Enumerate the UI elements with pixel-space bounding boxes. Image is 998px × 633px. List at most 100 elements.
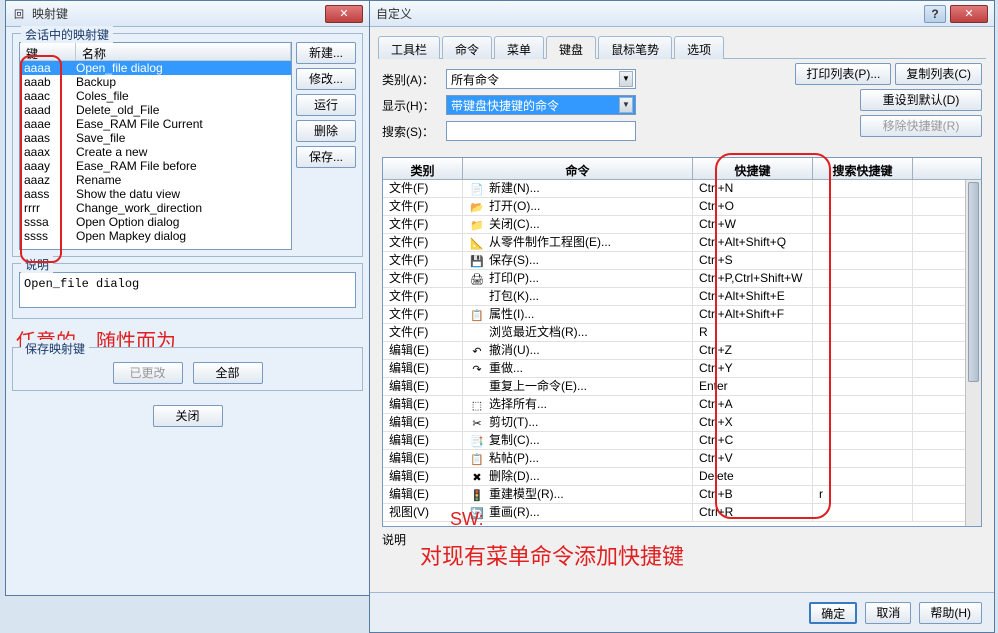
tab-键盘[interactable]: 键盘	[546, 36, 596, 59]
show-label: 显示(H)：	[382, 97, 438, 114]
scrollbar[interactable]	[965, 180, 981, 526]
search-cell	[813, 270, 913, 287]
scrollbar-thumb[interactable]	[968, 182, 979, 382]
table-row[interactable]: 文件(F)📐从零件制作工程图(E)...Ctrl+Alt+Shift+Q	[383, 234, 981, 252]
table-row[interactable]: 编辑(E)📋粘帖(P)...Ctrl+V	[383, 450, 981, 468]
shortcut-grid[interactable]: 类别 命令 快捷键 搜索快捷键 文件(F)📄新建(N)...Ctrl+N文件(F…	[382, 157, 982, 527]
combo-value: 带键盘快捷键的命令	[451, 97, 559, 114]
table-row[interactable]: 文件(F)📂打开(O)...Ctrl+O	[383, 198, 981, 216]
list-item[interactable]: sssaOpen Option dialog	[20, 215, 291, 229]
table-row[interactable]: 文件(F)浏览最近文档(R)...R	[383, 324, 981, 342]
list-item[interactable]: aaacColes_file	[20, 89, 291, 103]
save-button[interactable]: 保存...	[296, 146, 356, 168]
remove-shortcut-button[interactable]: 移除快捷键(R)	[860, 115, 982, 137]
cat-cell: 文件(F)	[383, 216, 463, 233]
table-row[interactable]: 编辑(E)✖删除(D)...Delete	[383, 468, 981, 486]
table-row[interactable]: 文件(F)💾保存(S)...Ctrl+S	[383, 252, 981, 270]
list-item[interactable]: aaayEase_RAM File before	[20, 159, 291, 173]
tab-命令[interactable]: 命令	[442, 36, 492, 59]
cat-cell: 文件(F)	[383, 234, 463, 251]
key-cell: Ctrl+Alt+Shift+E	[693, 288, 813, 305]
key-cell: ssss	[20, 229, 76, 243]
table-row[interactable]: 编辑(E)↷重做...Ctrl+Y	[383, 360, 981, 378]
category-combo[interactable]: 所有命令 ▼	[446, 69, 636, 89]
cat-cell: 文件(F)	[383, 306, 463, 323]
key-cell: Ctrl+Y	[693, 360, 813, 377]
delete-button[interactable]: 删除	[296, 120, 356, 142]
tab-选项[interactable]: 选项	[674, 36, 724, 59]
search-input[interactable]	[446, 121, 636, 141]
tab-菜单[interactable]: 菜单	[494, 36, 544, 59]
list-item[interactable]: aaazRename	[20, 173, 291, 187]
name-cell: Open Mapkey dialog	[76, 229, 291, 243]
changed-button[interactable]: 已更改	[113, 362, 183, 384]
cmd-icon: 💾	[469, 254, 485, 268]
list-item[interactable]: aaasSave_file	[20, 131, 291, 145]
name-cell: Open Option dialog	[76, 215, 291, 229]
cat-cell: 编辑(E)	[383, 396, 463, 413]
cmd-cell: ↶撤消(U)...	[463, 342, 693, 359]
list-item[interactable]: aaaxCreate a new	[20, 145, 291, 159]
key-cell: aaaz	[20, 173, 76, 187]
name-cell: Create a new	[76, 145, 291, 159]
list-item[interactable]: aaaaOpen_file dialog	[20, 61, 291, 75]
key-cell: Ctrl+S	[693, 252, 813, 269]
table-row[interactable]: 编辑(E)重复上一命令(E)...Enter	[383, 378, 981, 396]
key-cell: Ctrl+O	[693, 198, 813, 215]
run-button[interactable]: 运行	[296, 94, 356, 116]
close-button[interactable]: 关闭	[153, 405, 223, 427]
key-cell: Ctrl+Alt+Shift+F	[693, 306, 813, 323]
cmd-icon: ⬚	[469, 398, 485, 412]
table-row[interactable]: 编辑(E)📑复制(C)...Ctrl+C	[383, 432, 981, 450]
list-item[interactable]: aaaeEase_RAM File Current	[20, 117, 291, 131]
tab-鼠标笔势[interactable]: 鼠标笔势	[598, 36, 672, 59]
help-button[interactable]: ?	[924, 5, 946, 23]
key-cell: aaac	[20, 89, 76, 103]
table-row[interactable]: 文件(F)📄新建(N)...Ctrl+N	[383, 180, 981, 198]
edit-button[interactable]: 修改...	[296, 68, 356, 90]
mapkey-list[interactable]: 键 名称 aaaaOpen_file dialogaaabBackupaaacC…	[19, 42, 292, 250]
list-item[interactable]: aaadDelete_old_File	[20, 103, 291, 117]
table-row[interactable]: 文件(F)打包(K)...Ctrl+Alt+Shift+E	[383, 288, 981, 306]
key-cell: Ctrl+X	[693, 414, 813, 431]
list-item[interactable]: aassShow the datu view	[20, 187, 291, 201]
help-button[interactable]: 帮助(H)	[919, 602, 982, 624]
list-item[interactable]: aaabBackup	[20, 75, 291, 89]
close-button[interactable]: ✕	[950, 5, 988, 23]
print-list-button[interactable]: 打印列表(P)...	[795, 63, 891, 85]
cat-cell: 编辑(E)	[383, 342, 463, 359]
search-cell	[813, 252, 913, 269]
tab-工具栏[interactable]: 工具栏	[378, 36, 440, 59]
table-row[interactable]: 文件(F)📁关闭(C)...Ctrl+W	[383, 216, 981, 234]
name-cell: Open_file dialog	[76, 61, 291, 75]
key-cell: Ctrl+W	[693, 216, 813, 233]
search-cell	[813, 432, 913, 449]
col-command: 命令	[463, 158, 693, 179]
table-row[interactable]: 编辑(E)↶撤消(U)...Ctrl+Z	[383, 342, 981, 360]
cancel-button[interactable]: 取消	[865, 602, 911, 624]
table-row[interactable]: 文件(F)🖨打印(P)...Ctrl+P,Ctrl+Shift+W	[383, 270, 981, 288]
table-row[interactable]: 编辑(E)✂剪切(T)...Ctrl+X	[383, 414, 981, 432]
name-cell: Show the datu view	[76, 187, 291, 201]
show-combo[interactable]: 带键盘快捷键的命令 ▼	[446, 95, 636, 115]
cat-cell: 文件(F)	[383, 198, 463, 215]
search-label: 搜索(S)：	[382, 123, 438, 140]
table-row[interactable]: 文件(F)📋属性(I)...Ctrl+Alt+Shift+F	[383, 306, 981, 324]
table-row[interactable]: 编辑(E)⬚选择所有...Ctrl+A	[383, 396, 981, 414]
list-item[interactable]: rrrrChange_work_direction	[20, 201, 291, 215]
close-button[interactable]: ✕	[325, 5, 363, 23]
titlebar-right: 自定义 ? ✕	[370, 1, 994, 27]
name-cell: Change_work_direction	[76, 201, 291, 215]
titlebar-left: 回 映射键 ✕	[6, 1, 369, 27]
ok-button[interactable]: 确定	[809, 602, 857, 624]
group-title: 说明	[21, 256, 53, 273]
reset-defaults-button[interactable]: 重设到默认(D)	[860, 89, 982, 111]
cmd-cell: ✖删除(D)...	[463, 468, 693, 485]
list-item[interactable]: ssssOpen Mapkey dialog	[20, 229, 291, 243]
new-button[interactable]: 新建...	[296, 42, 356, 64]
copy-list-button[interactable]: 复制列表(C)	[895, 63, 982, 85]
chevron-down-icon: ▼	[619, 97, 633, 113]
window-icon: 回	[12, 7, 26, 21]
table-row[interactable]: 编辑(E)🚦重建模型(R)...Ctrl+Br	[383, 486, 981, 504]
all-button[interactable]: 全部	[193, 362, 263, 384]
